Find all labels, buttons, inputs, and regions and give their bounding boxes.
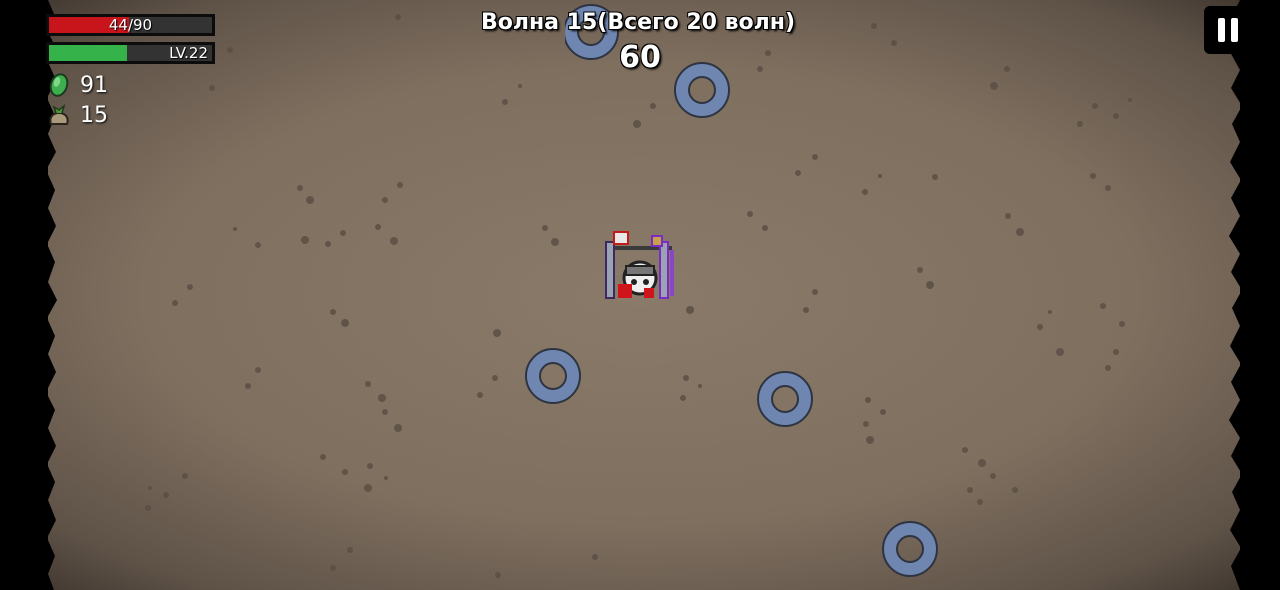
enemy-ring [757,371,813,427]
bag-count: 15 [80,102,108,128]
enemy-ring [525,348,581,404]
player-stats-panel: 44/90 LV.22 91 15 [46,14,221,130]
wave-timer: 60 [619,40,661,75]
health-text: 44/90 [108,16,153,34]
wave-title: Волна 15(Всего 20 волн) [480,10,796,35]
experience-bar: LV.22 [46,42,215,64]
loot-bag-icon [49,103,69,125]
experience-bar-fill [49,45,128,61]
bag-counter: 15 [46,100,221,130]
materials-count: 91 [80,72,108,98]
green-material-icon [49,73,69,97]
enemy-ring [882,521,938,577]
health-bar: 44/90 [46,14,215,36]
player-character [605,231,674,299]
pause-button[interactable] [1204,6,1252,54]
level-text: LV.22 [169,44,208,62]
materials-counter: 91 [46,70,221,100]
